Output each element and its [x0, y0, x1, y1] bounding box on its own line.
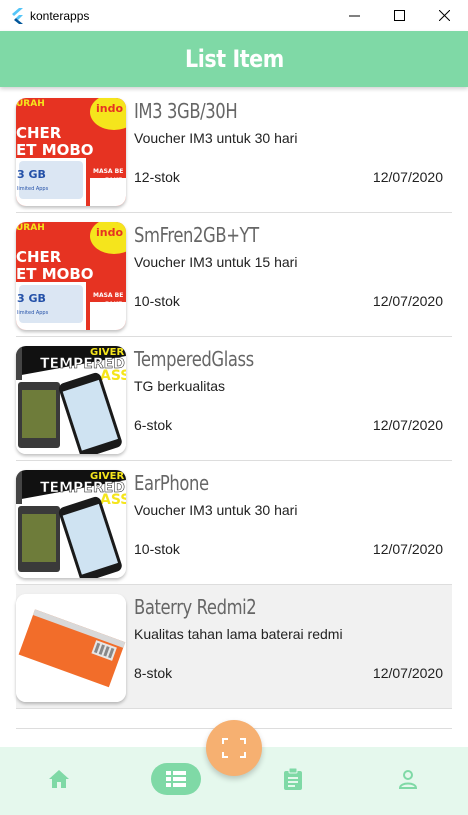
report-icon: [284, 768, 302, 790]
item-stock: 8-stok: [134, 665, 173, 681]
item-name: Baterry Redmi2: [134, 595, 257, 619]
list-item[interactable]: indo ooreo URAH CHER ET MOBO 3 GB limite…: [16, 213, 452, 337]
svg-text:PAKE: PAKE: [105, 177, 122, 184]
item-stock: 6-stok: [134, 417, 173, 433]
minimize-icon: [348, 15, 360, 17]
item-date: 12/07/2020: [372, 417, 443, 433]
profile-icon: [398, 770, 418, 789]
list-item[interactable]: Baterry Redmi2 Kualitas tahan lama bater…: [16, 585, 452, 709]
list-icon: [166, 771, 186, 787]
svg-text:indo ooreo: indo ooreo: [96, 226, 126, 239]
scan-icon: [222, 738, 246, 758]
flutter-logo-icon: [12, 7, 23, 24]
svg-text:MASA BE: MASA BE: [93, 292, 123, 299]
svg-text:CHER: CHER: [16, 124, 62, 142]
app-bar: List Item: [0, 31, 468, 87]
close-icon: [438, 10, 450, 21]
item-stock: 10-stok: [134, 541, 180, 557]
item-description: Voucher IM3 untuk 30 hari: [134, 130, 298, 146]
item-date: 12/07/2020: [372, 665, 443, 681]
svg-text:ET MOBO: ET MOBO: [16, 265, 94, 283]
item-list[interactable]: indo ooreo URAH CHER ET MOBO 3 GB limite…: [16, 89, 452, 729]
svg-text:indo ooreo: indo ooreo: [96, 102, 126, 115]
battery-icon: [16, 594, 126, 702]
svg-text:URAH: URAH: [16, 99, 45, 109]
svg-text:URAH: URAH: [16, 223, 45, 233]
svg-text:CHER: CHER: [16, 248, 62, 266]
svg-text:limited Apps: limited Apps: [17, 310, 49, 316]
svg-text:limited Apps: limited Apps: [17, 186, 49, 192]
svg-text:ET MOBO: ET MOBO: [16, 141, 94, 159]
nav-profile-button[interactable]: [391, 763, 425, 795]
nav-list-button[interactable]: [151, 763, 201, 795]
svg-text:3 GB: 3 GB: [17, 292, 46, 305]
voucher-card-icon: indo ooreo URAH CHER ET MOBO 3 GB limite…: [16, 222, 126, 330]
close-button[interactable]: [421, 0, 467, 31]
svg-text:PAKE: PAKE: [105, 301, 122, 308]
item-description: TG berkualitas: [134, 378, 226, 394]
voucher-card-icon: indo ooreo URAH CHER ET MOBO 3 GB limite…: [16, 98, 126, 206]
item-description: Voucher IM3 untuk 30 hari: [134, 502, 298, 518]
nav-report-button[interactable]: [276, 763, 310, 795]
item-stock: 12-stok: [134, 169, 180, 185]
item-date: 12/07/2020: [372, 169, 443, 185]
list-item[interactable]: indo ooreo URAH CHER ET MOBO 3 GB limite…: [16, 89, 452, 213]
item-name: SmFren2GB+YT: [134, 223, 259, 247]
svg-text:ASS: ASS: [100, 368, 126, 384]
window-title: konterapps: [30, 8, 90, 23]
scan-fab-button[interactable]: [206, 720, 262, 776]
item-date: 12/07/2020: [372, 293, 443, 309]
svg-text:3 GB: 3 GB: [17, 168, 46, 181]
item-name: IM3 3GB/30H: [134, 99, 238, 123]
item-name: TemperedGlass: [134, 347, 254, 371]
window-titlebar: konterapps: [0, 0, 468, 31]
maximize-icon: [393, 10, 405, 21]
item-description: Kualitas tahan lama baterai redmi: [134, 626, 343, 642]
page-title: List Item: [184, 45, 284, 73]
list-item[interactable]: GIVER TEMPERED ASS EarPhone Voucher IM3 …: [16, 461, 452, 585]
svg-text:MASA BE: MASA BE: [93, 168, 123, 175]
tempered-glass-icon: GIVER TEMPERED ASS: [16, 346, 126, 454]
nav-home-button[interactable]: [42, 763, 76, 795]
item-name: EarPhone: [134, 471, 209, 495]
svg-text:ASS: ASS: [100, 492, 126, 508]
home-icon: [49, 770, 69, 788]
minimize-button[interactable]: [331, 0, 377, 31]
maximize-button[interactable]: [376, 0, 422, 31]
list-item[interactable]: GIVER TEMPERED ASS TemperedGlass TG berk…: [16, 337, 452, 461]
item-date: 12/07/2020: [372, 541, 443, 557]
item-stock: 10-stok: [134, 293, 180, 309]
tempered-glass-icon: GIVER TEMPERED ASS: [16, 470, 126, 578]
item-description: Voucher IM3 untuk 15 hari: [134, 254, 298, 270]
